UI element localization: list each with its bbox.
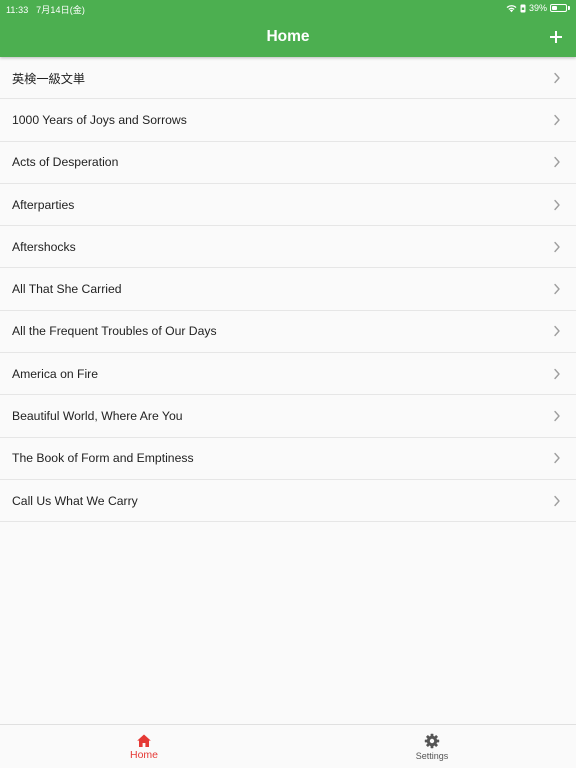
list-item[interactable]: America on Fire bbox=[0, 353, 576, 396]
battery-percent: 39% bbox=[528, 3, 547, 13]
battery-fill bbox=[552, 6, 558, 10]
bottom-navigation: Home Settings bbox=[0, 724, 576, 768]
list-item[interactable]: All the Frequent Troubles of Our Days bbox=[0, 311, 576, 354]
chevron-right-icon bbox=[554, 72, 560, 83]
home-screen: 11:33 7月14日(金) 39% Home 英検一級文単 1000 Year… bbox=[0, 0, 576, 768]
list-item-label: All That She Carried bbox=[12, 282, 122, 297]
status-clock: 11:33 bbox=[6, 5, 29, 15]
list-item[interactable]: Call Us What We Carry bbox=[0, 480, 576, 523]
gear-icon bbox=[424, 733, 440, 749]
list-item-label: Acts of Desperation bbox=[12, 155, 119, 170]
battery-cap bbox=[568, 6, 570, 10]
list-item-label: Aftershocks bbox=[12, 239, 76, 254]
list-item[interactable]: Afterparties bbox=[0, 184, 576, 227]
chevron-right-icon bbox=[554, 410, 560, 422]
book-list: 英検一級文単 1000 Years of Joys and Sorrows Acts… bbox=[0, 57, 576, 523]
battery-icon bbox=[550, 4, 567, 12]
list-item-label: All the Frequent Troubles of Our Days bbox=[12, 324, 217, 339]
chevron-right-icon bbox=[554, 453, 560, 464]
sim-lock-icon bbox=[520, 4, 526, 12]
chevron-right-icon bbox=[554, 199, 560, 210]
chevron-right-icon bbox=[554, 114, 560, 126]
page-title: Home bbox=[266, 28, 310, 45]
chevron-right-icon bbox=[554, 283, 560, 295]
chevron-right-icon bbox=[554, 495, 560, 506]
tab-settings-label: Settings bbox=[415, 751, 449, 761]
list-item[interactable]: Beautiful World, Where Are You bbox=[0, 395, 576, 438]
list-item-label: America on Fire bbox=[12, 366, 99, 381]
chevron-right-icon bbox=[554, 368, 560, 379]
list-item[interactable]: The Book of Form and Emptiness bbox=[0, 438, 576, 480]
list-item[interactable]: 英検一級文単 bbox=[0, 57, 576, 100]
chevron-right-icon bbox=[554, 326, 560, 337]
status-indicators: 39% bbox=[506, 2, 570, 14]
list-item[interactable]: Acts of Desperation bbox=[0, 142, 576, 184]
home-icon bbox=[137, 734, 151, 747]
app-bar: 11:33 7月14日(金) 39% Home bbox=[0, 0, 576, 57]
status-time: 11:33 7月14日(金) bbox=[6, 3, 85, 16]
list-item[interactable]: Aftershocks bbox=[0, 226, 576, 269]
list-item-label: Beautiful World, Where Are You bbox=[12, 409, 183, 424]
status-date: 7月14日(金) bbox=[36, 5, 85, 15]
list-item-label: Call Us What We Carry bbox=[12, 493, 138, 508]
list-item[interactable]: All That She Carried bbox=[0, 268, 576, 311]
chevron-right-icon bbox=[554, 157, 560, 168]
list-item-label: 1000 Years of Joys and Sorrows bbox=[12, 112, 187, 127]
plus-icon bbox=[550, 31, 562, 43]
list-item-label: The Book of Form and Emptiness bbox=[12, 451, 194, 466]
chevron-right-icon bbox=[554, 241, 560, 253]
list-item-label: 英検一級文単 bbox=[12, 71, 86, 86]
add-button[interactable] bbox=[546, 27, 566, 47]
status-bar: 11:33 7月14日(金) 39% bbox=[0, 0, 576, 16]
tab-home-label: Home bbox=[129, 749, 158, 761]
list-item[interactable]: 1000 Years of Joys and Sorrows bbox=[0, 99, 576, 142]
tab-settings[interactable]: Settings bbox=[288, 725, 576, 768]
tab-home[interactable]: Home bbox=[0, 725, 288, 768]
wifi-icon bbox=[506, 4, 517, 12]
list-item-label: Afterparties bbox=[12, 197, 75, 212]
